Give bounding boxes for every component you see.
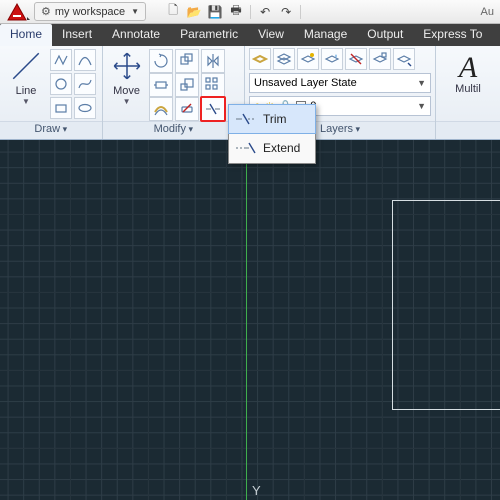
- offset-button[interactable]: [149, 97, 173, 121]
- gear-icon: ⚙: [41, 5, 51, 18]
- workspace-selector[interactable]: ⚙ my workspace ▼: [34, 2, 146, 21]
- app-menu-button[interactable]: [4, 2, 30, 22]
- polyline-button[interactable]: [50, 49, 72, 71]
- flyout-label: Extend: [263, 141, 300, 155]
- spline-button[interactable]: [74, 73, 96, 95]
- tab-view[interactable]: View: [248, 24, 294, 46]
- panel-title-draw[interactable]: Draw: [0, 121, 102, 139]
- array-button[interactable]: [201, 73, 225, 97]
- layer-match-button[interactable]: [393, 48, 415, 70]
- ribbon-tabs: Home Insert Annotate Parametric View Man…: [0, 24, 500, 46]
- quick-access-toolbar: 🗋 📂 💾 🖶 ↶ ↷: [164, 3, 303, 21]
- arc-button[interactable]: [74, 49, 96, 71]
- line-label: Line: [16, 85, 37, 97]
- layer-tool-row: [249, 48, 415, 70]
- stretch-button[interactable]: [149, 73, 173, 97]
- panel-draw: Line ▼ Draw: [0, 46, 103, 139]
- tab-parametric[interactable]: Parametric: [170, 24, 248, 46]
- tab-express-tools[interactable]: Express To: [413, 24, 492, 46]
- open-icon[interactable]: 📂: [185, 3, 203, 21]
- chevron-down-icon: ▼: [22, 97, 30, 106]
- scale-button[interactable]: [175, 73, 199, 97]
- chevron-down-icon: ▼: [417, 101, 426, 111]
- panel-title-modify[interactable]: Modify: [103, 121, 244, 139]
- erase-button[interactable]: [175, 97, 199, 121]
- layer-iso-button[interactable]: [297, 48, 319, 70]
- print-icon[interactable]: 🖶: [227, 3, 245, 21]
- new-icon[interactable]: 🗋: [164, 3, 182, 21]
- extend-icon: [235, 140, 257, 156]
- circle-button[interactable]: [50, 73, 72, 95]
- layer-off-button[interactable]: [345, 48, 367, 70]
- layer-props-button[interactable]: [249, 48, 271, 70]
- draw-tools: [50, 49, 96, 119]
- layer-freeze-button[interactable]: [321, 48, 343, 70]
- rotate-button[interactable]: [149, 49, 173, 73]
- chevron-down-icon: ▼: [123, 97, 131, 106]
- tab-home[interactable]: Home: [0, 24, 52, 46]
- redo-icon[interactable]: ↷: [277, 3, 295, 21]
- flyout-item-extend[interactable]: Extend: [229, 133, 315, 163]
- y-axis-label: Y: [252, 483, 261, 498]
- trim-extend-flyout: Trim Extend: [228, 104, 316, 164]
- chevron-down-icon: ▼: [417, 78, 426, 88]
- copy-button[interactable]: [175, 49, 199, 73]
- titlebar: ⚙ my workspace ▼ 🗋 📂 💾 🖶 ↶ ↷ Au: [0, 0, 500, 24]
- layer-states-button[interactable]: [273, 48, 295, 70]
- separator: [250, 5, 251, 19]
- layer-lock-button[interactable]: [369, 48, 391, 70]
- panel-title-annotation: [436, 121, 500, 139]
- layer-state-select[interactable]: Unsaved Layer State ▼: [249, 73, 431, 93]
- rectangle-button[interactable]: [50, 97, 72, 119]
- move-icon: [110, 49, 144, 83]
- layer-state-value: Unsaved Layer State: [254, 77, 357, 89]
- app-title-suffix: Au: [481, 6, 496, 18]
- undo-icon[interactable]: ↶: [256, 3, 274, 21]
- line-icon: [9, 49, 43, 83]
- tab-insert[interactable]: Insert: [52, 24, 102, 46]
- panel-modify: Move ▼ Modify: [103, 46, 245, 139]
- move-button[interactable]: Move ▼: [107, 49, 147, 106]
- line-button[interactable]: Line ▼: [4, 49, 48, 106]
- tab-manage[interactable]: Manage: [294, 24, 357, 46]
- flyout-label: Trim: [263, 112, 287, 126]
- mirror-button[interactable]: [201, 49, 225, 73]
- panel-annotation: A Multil: [436, 46, 500, 139]
- ellipse-button[interactable]: [74, 97, 96, 119]
- multiline-text-button[interactable]: A Multil: [440, 49, 496, 95]
- multiline-label: Multil: [455, 83, 481, 95]
- modify-tools: [149, 49, 225, 119]
- text-icon: A: [459, 53, 477, 83]
- move-label: Move: [113, 85, 140, 97]
- save-icon[interactable]: 💾: [206, 3, 224, 21]
- separator: [300, 5, 301, 19]
- flyout-item-trim[interactable]: Trim: [228, 104, 316, 134]
- drawing-canvas[interactable]: Y: [0, 140, 500, 500]
- tab-output[interactable]: Output: [357, 24, 413, 46]
- drawn-rectangle[interactable]: [392, 200, 500, 410]
- trim-icon: [235, 111, 257, 127]
- chevron-down-icon: ▼: [131, 7, 139, 16]
- workspace-label: my workspace: [55, 6, 125, 18]
- y-axis-line: [246, 140, 247, 500]
- trim-button[interactable]: [201, 97, 225, 121]
- tab-annotate[interactable]: Annotate: [102, 24, 170, 46]
